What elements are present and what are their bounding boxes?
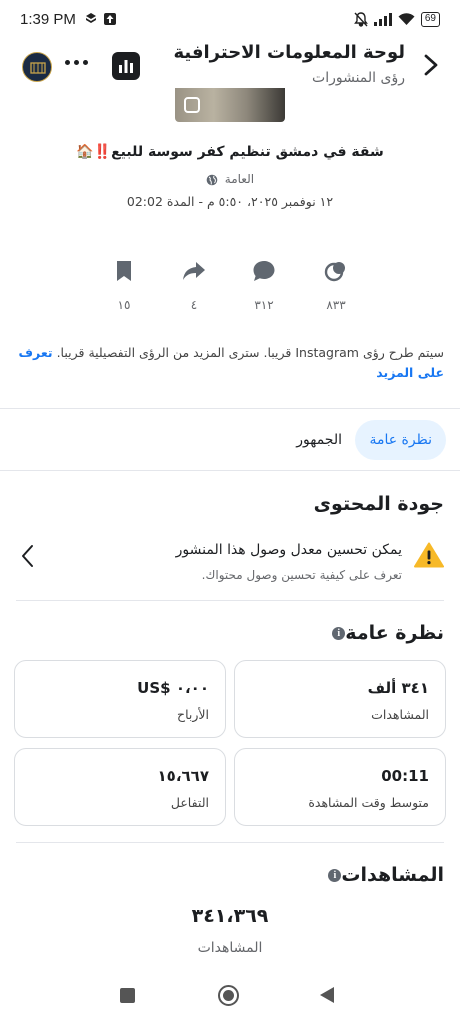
wifi-icon <box>398 13 415 25</box>
content-quality-title: جودة المحتوى <box>313 493 444 515</box>
card-avg-watch-time: 00:11 متوسط وقت المشاهدة <box>234 748 446 826</box>
signal-icon <box>373 13 392 26</box>
info-icon[interactable]: i <box>328 869 342 882</box>
card-views: ٣٤١ ألف المشاهدات <box>234 660 446 738</box>
post-title: شقة في دمشق تنظيم كفر سوسة للبيع‼️🏠 <box>76 144 384 160</box>
battery-indicator: 69 <box>420 12 440 27</box>
card-label: الأرباح <box>177 707 209 722</box>
notice-text: سيتم طرح رؤى Instagram قريبا. سترى المزي… <box>56 345 444 360</box>
quality-item-subtitle: تعرف على كيفية تحسين وصول محتواك. <box>201 568 402 582</box>
instagram-notice: سيتم طرح رؤى Instagram قريبا. سترى المزي… <box>14 343 444 383</box>
views-section-title: المشاهداتi <box>322 864 444 886</box>
stat-views: ٨٣٣ <box>316 260 356 312</box>
bar-chart-icon <box>119 60 133 73</box>
overview-title-text: نظرة عامة <box>345 622 444 644</box>
divider <box>16 842 444 843</box>
card-label: متوسط وقت المشاهدة <box>308 795 429 810</box>
status-bar: 1:39 PM 69 <box>0 0 460 40</box>
notification-icons <box>86 13 116 25</box>
tab-overview[interactable]: نظرة عامة <box>355 420 446 460</box>
quality-item-title: يمكن تحسين معدل وصول هذا المنشور <box>175 542 402 558</box>
page-title: لوحة المعلومات الاحترافية <box>173 42 405 63</box>
tab-audience[interactable]: الجمهور <box>296 420 342 460</box>
warning-icon <box>414 542 444 568</box>
stack-icon <box>86 13 96 23</box>
system-icons: 69 <box>353 12 440 27</box>
shares-count: ٤ <box>190 298 198 312</box>
divider <box>0 470 460 471</box>
comments-count: ٣١٢ <box>254 298 274 312</box>
card-value: ٣٤١ ألف <box>367 679 429 697</box>
page-subtitle: رؤى المنشورات <box>312 70 405 86</box>
views-total: ٣٤١،٣٦٩ <box>191 905 269 927</box>
card-label: المشاهدات <box>371 707 429 722</box>
card-earnings: US$ ٠،٠٠ الأرباح <box>14 660 226 738</box>
system-back-button[interactable] <box>320 987 334 1003</box>
card-value: 00:11 <box>381 767 429 785</box>
overview-title: نظرة عامةi <box>326 622 444 644</box>
bookmark-icon <box>117 261 131 281</box>
logo-icon <box>30 62 46 74</box>
chevron-left-icon <box>22 545 33 567</box>
post-thumbnail[interactable] <box>175 88 285 122</box>
status-time: 1:39 PM <box>20 11 76 28</box>
saves-count: ١٥ <box>117 298 131 312</box>
stat-saves: ١٥ <box>104 260 144 312</box>
content-quality-item[interactable]: يمكن تحسين معدل وصول هذا المنشور تعرف عل… <box>0 532 460 592</box>
globe-icon <box>206 174 218 185</box>
recent-apps-button[interactable] <box>120 988 135 1003</box>
info-icon[interactable]: i <box>332 627 346 640</box>
views-count: ٨٣٣ <box>326 298 346 312</box>
back-chevron-icon[interactable] <box>420 52 442 78</box>
card-engagement: ١٥،٦٦٧ التفاعل <box>14 748 226 826</box>
share-icon <box>183 262 205 280</box>
stat-comments: ٣١٢ <box>244 260 284 312</box>
card-value: ١٥،٦٦٧ <box>157 767 209 785</box>
views-title-text: المشاهدات <box>341 864 444 886</box>
post-date: ١٢ نوفمبر ٢٠٢٥، ٥:٥٠ م - المدة 02:02 <box>126 194 334 209</box>
stat-shares: ٤ <box>174 260 214 312</box>
reel-icon <box>184 97 200 113</box>
profile-avatar[interactable] <box>22 52 52 82</box>
divider <box>16 600 444 601</box>
insights-button[interactable] <box>112 52 140 80</box>
views-total-label: المشاهدات <box>197 940 263 956</box>
card-value: US$ ٠،٠٠ <box>137 679 209 697</box>
reactions-icon <box>324 262 345 282</box>
more-options-icon[interactable] <box>65 60 88 65</box>
mute-bell-icon <box>353 12 368 27</box>
divider <box>0 408 460 409</box>
card-label: التفاعل <box>170 795 209 810</box>
comment-icon <box>253 261 275 281</box>
post-audience: العامة <box>0 172 460 186</box>
upload-icon <box>104 13 116 25</box>
home-button[interactable] <box>218 985 239 1006</box>
audience-label: العامة <box>224 172 255 186</box>
